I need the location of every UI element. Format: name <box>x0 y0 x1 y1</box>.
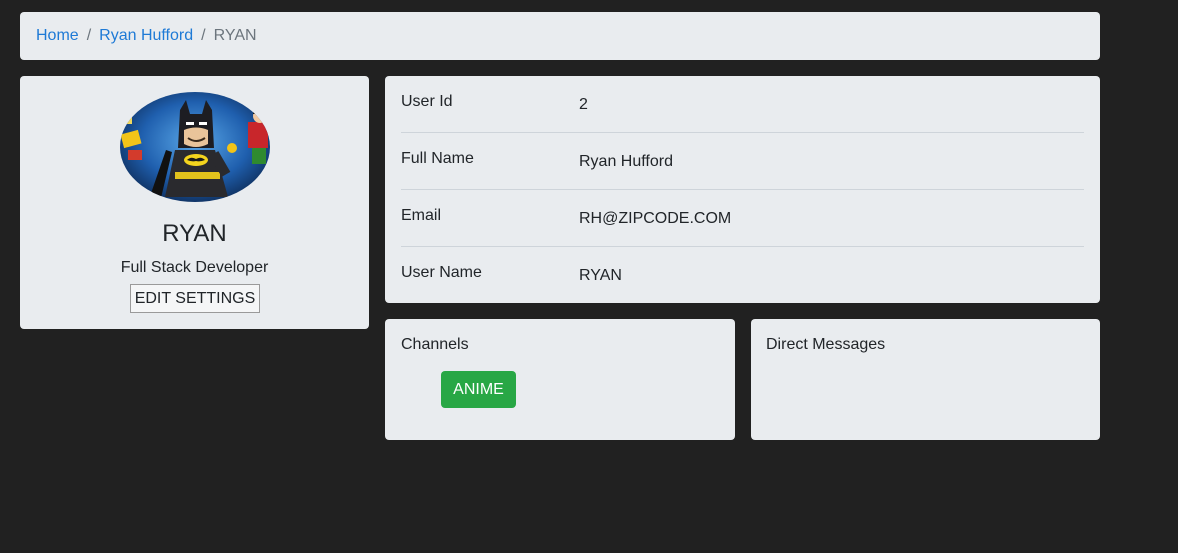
avatar <box>120 92 270 202</box>
channels-heading: Channels <box>401 336 469 353</box>
breadcrumb-separator: / <box>86 27 92 44</box>
direct-messages-heading: Direct Messages <box>766 336 886 353</box>
info-label: Full Name <box>401 150 474 167</box>
profile-card: RYAN Full Stack Developer EDIT SETTINGS <box>20 76 369 329</box>
user-info-card: User Id 2 Full Name Ryan Hufford Email R… <box>385 76 1100 303</box>
info-label: User Name <box>401 264 482 281</box>
profile-name: RYAN <box>162 220 227 247</box>
channels-card: Channels ANIME <box>385 319 735 440</box>
profile-title: Full Stack Developer <box>120 259 269 276</box>
info-label: Email <box>401 207 442 224</box>
channel-button-anime[interactable]: ANIME <box>441 371 516 408</box>
info-row-user-id: User Id 2 <box>401 76 1084 133</box>
breadcrumb-separator: / <box>201 27 206 44</box>
info-value: RH@ZIPCODE.COM <box>579 210 732 227</box>
info-row-email: Email RH@ZIPCODE.COM <box>401 190 1084 247</box>
breadcrumb-current: RYAN <box>213 27 257 44</box>
info-value: Ryan Hufford <box>579 153 673 170</box>
info-label: User Id <box>401 93 453 110</box>
breadcrumb-home-link[interactable]: Home <box>36 27 79 45</box>
info-row-user-name: User Name RYAN <box>401 247 1084 304</box>
direct-messages-card: Direct Messages <box>751 319 1100 440</box>
lego-batman-avatar-icon <box>120 92 270 202</box>
breadcrumb-user-link[interactable]: Ryan Hufford <box>99 27 193 45</box>
info-row-full-name: Full Name Ryan Hufford <box>401 133 1084 190</box>
breadcrumb: Home / Ryan Hufford / RYAN <box>20 12 1100 60</box>
edit-settings-button[interactable]: EDIT SETTINGS <box>130 284 260 313</box>
info-value: 2 <box>579 96 588 113</box>
info-value: RYAN <box>579 267 622 284</box>
